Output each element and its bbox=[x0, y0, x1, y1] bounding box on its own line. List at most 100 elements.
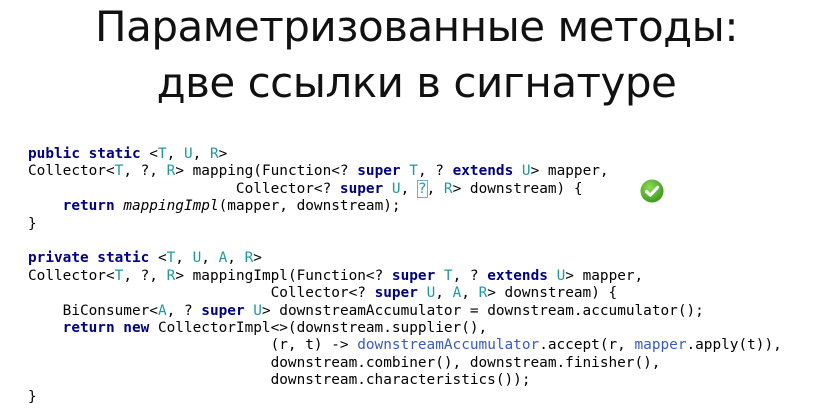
code-token: super bbox=[357, 163, 401, 180]
code-token: U bbox=[426, 285, 436, 302]
code-token: Collector< bbox=[28, 267, 115, 284]
code-token: , bbox=[435, 285, 453, 302]
code-token: U bbox=[521, 163, 531, 180]
code-line: } bbox=[28, 216, 782, 233]
code-token: > bbox=[218, 146, 228, 162]
code-line: Collector<? super U, A, R> downstream) { bbox=[28, 285, 782, 302]
code-line: downstream.characteristics()); bbox=[28, 372, 782, 389]
code-token: , bbox=[461, 285, 479, 302]
code-line: private static <T, U, A, R> bbox=[28, 250, 782, 267]
code-token: public static bbox=[28, 146, 141, 162]
code-token: } bbox=[28, 215, 37, 232]
code-token: Collector<? bbox=[28, 285, 375, 302]
code-token: > mappingImpl(Function<? bbox=[175, 267, 392, 284]
code-token: T bbox=[114, 163, 124, 180]
code-token: T bbox=[409, 163, 418, 180]
code-line: downstream.combiner(), downstream.finish… bbox=[28, 355, 782, 372]
code-token: , ?, bbox=[123, 163, 167, 180]
code-line: } bbox=[28, 389, 782, 406]
code-line: Collector<T, ?, R> mappingImpl(Function<… bbox=[28, 268, 782, 285]
code-token: .accept(r, bbox=[539, 337, 635, 354]
code-token: return new bbox=[62, 319, 150, 336]
code-token: extends bbox=[452, 163, 514, 180]
slide-title-line-1: Параметризованные методы: bbox=[95, 2, 739, 51]
code-token: , ? bbox=[452, 267, 488, 284]
code-token: > mapper, bbox=[565, 267, 644, 284]
code-token: downstream.combiner(), downstream.finish… bbox=[28, 354, 661, 371]
code-token: > downstream) { bbox=[452, 180, 583, 197]
code-token: , bbox=[192, 146, 210, 162]
code-token: R bbox=[166, 163, 176, 180]
code-token: R bbox=[443, 180, 453, 197]
code-token: } bbox=[28, 389, 37, 406]
code-token: T bbox=[114, 267, 124, 284]
code-token: U bbox=[192, 250, 202, 267]
code-token: < bbox=[149, 250, 167, 267]
code-token: Collector<? bbox=[28, 180, 340, 197]
code-token: < bbox=[140, 146, 158, 162]
code-token: U bbox=[391, 180, 401, 197]
code-token: super bbox=[201, 302, 245, 319]
code-token: T bbox=[166, 250, 176, 267]
code-token: .apply(t)), bbox=[686, 337, 782, 354]
slide-title-line-2: две ссылки в сигнатуре bbox=[156, 58, 677, 107]
code-token: return bbox=[62, 198, 115, 215]
code-line: return new CollectorImpl<>(downstream.su… bbox=[28, 320, 782, 337]
code-token: A bbox=[157, 302, 167, 319]
code-token: (r, t) -> bbox=[28, 337, 358, 354]
code-token: super bbox=[339, 180, 384, 197]
code-token: , ?, bbox=[123, 267, 167, 284]
code-token: BiConsumer< bbox=[28, 302, 158, 319]
code-token: T bbox=[443, 267, 453, 284]
code-token: , bbox=[201, 250, 219, 267]
highlighted-wildcard: ? bbox=[416, 179, 428, 198]
code-line: Collector<T, ?, R> mapping(Function<? su… bbox=[28, 163, 782, 180]
code-token: > mapper, bbox=[530, 163, 609, 180]
code-line: BiConsumer<A, ? super U> downstreamAccum… bbox=[28, 303, 782, 320]
code-token: > downstream) { bbox=[487, 285, 618, 302]
code-token: R bbox=[478, 285, 488, 302]
code-token: Collector< bbox=[28, 163, 115, 180]
code-token: R bbox=[166, 267, 176, 284]
check-mark-icon bbox=[640, 179, 664, 203]
code-token: T bbox=[157, 146, 167, 162]
code-token: U bbox=[183, 146, 193, 162]
code-line: (r, t) -> downstreamAccumulator.accept(r… bbox=[28, 337, 782, 354]
code-token: > downstreamAccumulator = downstream.acc… bbox=[261, 302, 704, 319]
code-token: private static bbox=[28, 250, 150, 267]
code-token: CollectorImpl<>(downstream.supplier(), bbox=[149, 319, 488, 336]
code-token: R bbox=[244, 250, 254, 267]
code-token: extends bbox=[487, 267, 548, 284]
code-line: Collector<? super U, ?, R> downstream) { bbox=[28, 179, 782, 198]
code-token: mappingImpl bbox=[123, 198, 219, 215]
code-token: , bbox=[227, 250, 245, 267]
code-token: super bbox=[374, 285, 418, 302]
code-token: super bbox=[391, 267, 436, 284]
code-line: public static <T, U, R> bbox=[28, 146, 782, 163]
code-line: return mappingImpl(mapper, downstream); bbox=[28, 198, 782, 215]
code-token: downstreamAccumulator bbox=[357, 337, 540, 354]
code-token: (mapper, downstream); bbox=[218, 198, 401, 215]
code-token: , bbox=[426, 180, 444, 197]
code-token: , ? bbox=[166, 302, 202, 319]
code-token: U bbox=[556, 267, 566, 284]
code-token: R bbox=[209, 146, 219, 162]
code-token: , bbox=[400, 180, 418, 197]
code-token: > bbox=[253, 250, 262, 267]
code-listing: public static <T, U, R> Collector<T, ?, R… bbox=[28, 146, 782, 407]
code-token: , bbox=[166, 146, 184, 162]
code-token: U bbox=[253, 302, 262, 319]
code-token: , ? bbox=[417, 163, 453, 180]
code-token: , bbox=[175, 250, 193, 267]
code-token: mapper bbox=[634, 337, 687, 354]
